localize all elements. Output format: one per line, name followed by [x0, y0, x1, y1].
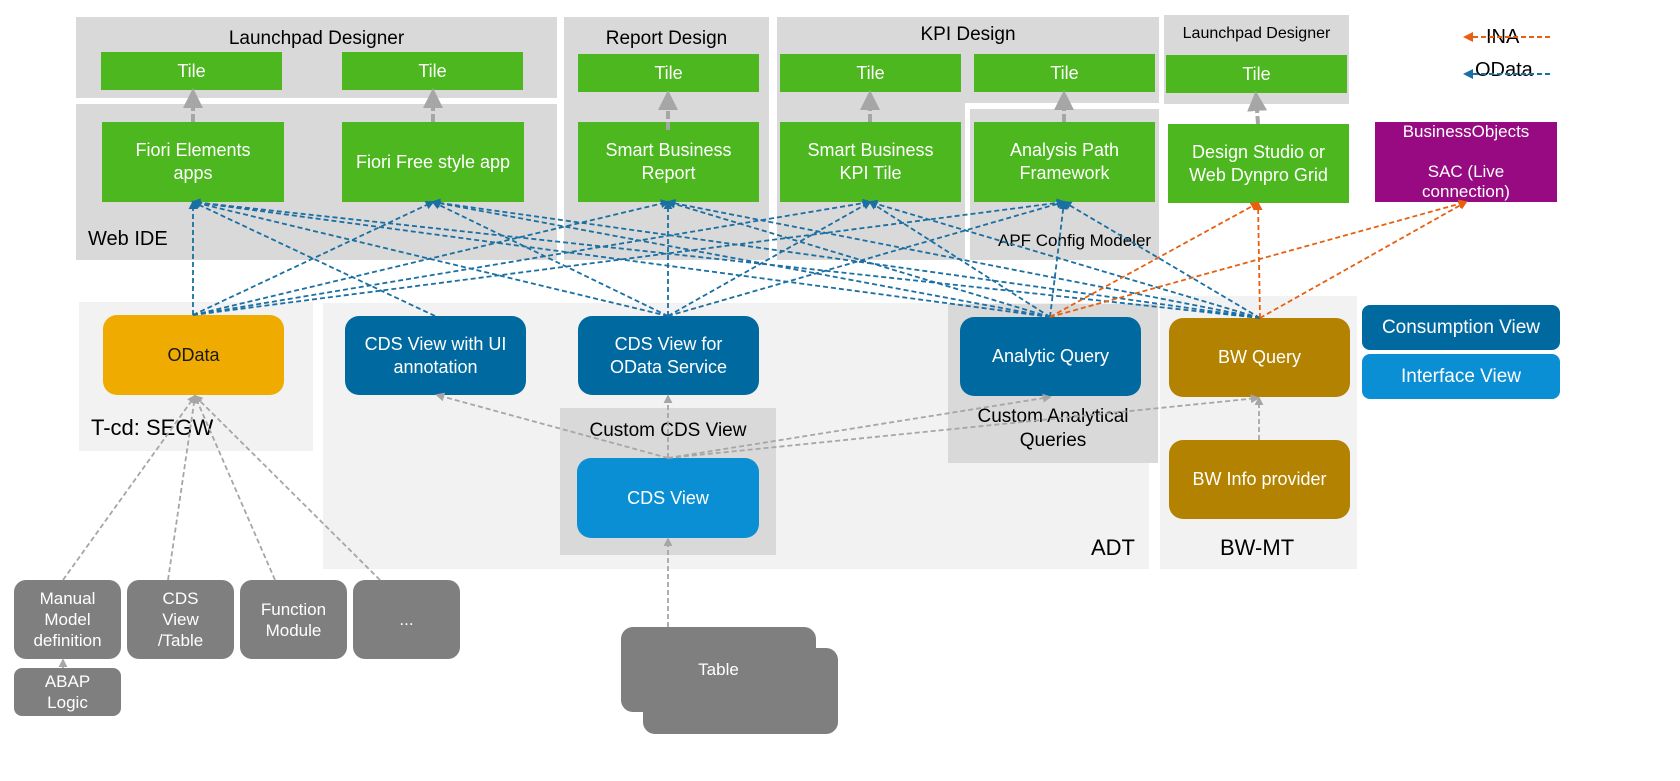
function-module[interactable]: Function Module: [240, 580, 347, 659]
bw-mt-label: BW-MT: [1220, 535, 1295, 560]
kpi-design-title: KPI Design: [920, 24, 1016, 45]
custom-cds-view-title: Custom CDS View: [589, 420, 747, 441]
segw-label: T-cd: SEGW: [91, 415, 214, 440]
legend-odata-label: OData: [1475, 59, 1533, 81]
tile-fiori-freestyle[interactable]: Tile: [342, 52, 523, 90]
cds-view-ui-annotation[interactable]: CDS View with UI annotation: [345, 316, 526, 395]
custom-analytical-queries-title: Custom Analytical Queries: [977, 406, 1129, 451]
tile-smart-business-kpi[interactable]: Tile: [780, 54, 961, 92]
tile-apf[interactable]: Tile: [974, 54, 1155, 92]
design-studio-web-dynpro[interactable]: Design Studio or Web Dynpro Grid: [1168, 124, 1349, 203]
more-sources[interactable]: ...: [353, 580, 460, 659]
launchpad-designer-title: Launchpad Designer: [228, 28, 405, 49]
report-design-title: Report Design: [605, 28, 728, 49]
fiori-freestyle-app[interactable]: Fiori Free style app: [342, 122, 524, 202]
web-ide-label: Web IDE: [88, 228, 168, 250]
legend-consumption-view: Consumption View: [1362, 305, 1560, 350]
odata-service[interactable]: OData: [103, 315, 284, 395]
businessobjects-sac[interactable]: BusinessObjects SAC (Live connection): [1375, 122, 1557, 202]
tile-design-studio[interactable]: Tile: [1166, 55, 1347, 93]
bw-query[interactable]: BW Query: [1169, 318, 1350, 397]
tile-fiori-elements[interactable]: Tile: [101, 52, 282, 90]
legend-interface-view: Interface View: [1362, 354, 1560, 399]
analysis-path-framework[interactable]: Analysis Path Framework: [974, 122, 1155, 202]
cds-view-odata-service[interactable]: CDS View for OData Service: [578, 316, 759, 395]
abap-logic[interactable]: ABAP Logic: [14, 668, 121, 716]
smart-business-kpi-tile[interactable]: Smart Business KPI Tile: [780, 122, 961, 202]
analytic-query[interactable]: Analytic Query: [960, 317, 1141, 396]
launchpad-designer-2-title: Launchpad Designer: [1182, 25, 1331, 42]
bw-info-provider[interactable]: BW Info provider: [1169, 440, 1350, 519]
manual-model-definition[interactable]: Manual Model definition: [14, 580, 121, 659]
fiori-elements-apps[interactable]: Fiori Elements apps: [102, 122, 284, 202]
legend-ina-label: INA: [1486, 26, 1520, 48]
table-source[interactable]: Table: [621, 627, 816, 712]
apf-config-modeler-label: APF Config Modeler: [998, 231, 1152, 250]
cds-view[interactable]: CDS View: [577, 458, 759, 538]
cds-view-table-source[interactable]: CDS View /Table: [127, 580, 234, 659]
smart-business-report[interactable]: Smart Business Report: [578, 122, 759, 202]
adt-label: ADT: [1091, 535, 1135, 560]
tile-smart-business-report[interactable]: Tile: [578, 54, 759, 92]
